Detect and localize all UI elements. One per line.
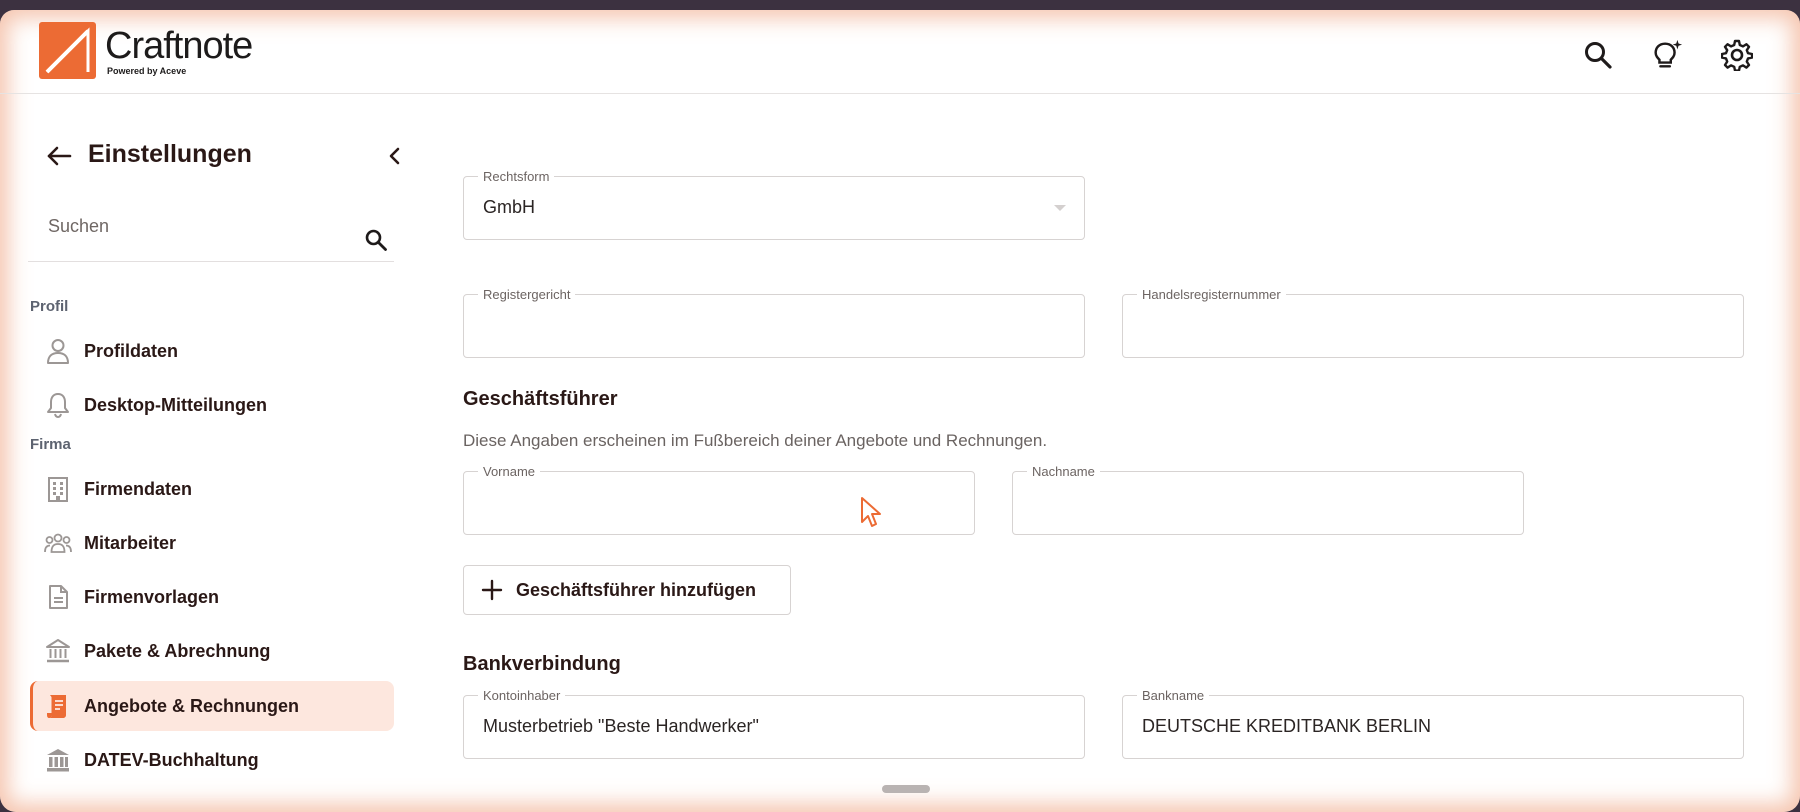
sidebar-search bbox=[28, 210, 394, 262]
plus-icon bbox=[480, 578, 504, 602]
mouse-pointer-icon bbox=[860, 496, 886, 535]
logo-name: Craftnote bbox=[105, 24, 253, 67]
sidebar-item-label: Pakete & Abrechnung bbox=[84, 640, 271, 661]
bankname-field[interactable]: Bankname DEUTSCHE KREDITBANK BERLIN bbox=[1122, 688, 1744, 759]
building-icon bbox=[44, 475, 72, 503]
logo-tagline: Powered by Aceve bbox=[107, 65, 187, 76]
handelsregisternummer-label: Handelsregisternummer bbox=[1137, 287, 1286, 302]
kontoinhaber-value: Musterbetrieb "Beste Handwerker" bbox=[483, 716, 759, 736]
geschaeftsfuehrer-heading: Geschäftsführer bbox=[463, 388, 618, 410]
document-icon bbox=[44, 583, 72, 611]
chevron-left-icon[interactable] bbox=[388, 146, 402, 171]
institution-icon bbox=[44, 746, 72, 774]
sidebar-item-mitarbeiter[interactable]: Mitarbeiter bbox=[30, 518, 394, 568]
sidebar-item-desktop-mitteilungen[interactable]: Desktop-Mitteilungen bbox=[30, 380, 394, 430]
sidebar-item-label: Mitarbeiter bbox=[84, 532, 177, 553]
person-icon bbox=[44, 337, 72, 365]
vorname-label: Vorname bbox=[478, 464, 541, 479]
section-label-firma: Firma bbox=[30, 436, 71, 453]
kontoinhaber-field[interactable]: Kontoinhaber Musterbetrieb "Beste Handwe… bbox=[463, 688, 1085, 759]
search-icon[interactable] bbox=[1581, 38, 1615, 72]
craftnote-logo[interactable]: Craftnote Powered by Aceve bbox=[39, 22, 253, 79]
rechtsform-select[interactable]: Rechtsform GmbH bbox=[463, 169, 1085, 240]
invoice-icon bbox=[44, 692, 72, 720]
sidebar-item-pakete-abrechnung[interactable]: Pakete & Abrechnung bbox=[30, 626, 394, 676]
add-geschaeftsfuehrer-button[interactable]: Geschäftsführer hinzufügen bbox=[463, 565, 791, 615]
sidebar-item-label: Firmendaten bbox=[84, 478, 193, 499]
bank-icon bbox=[44, 637, 72, 665]
sidebar-item-datev-buchhaltung[interactable]: DATEV-Buchhaltung bbox=[30, 735, 394, 785]
logo-mark-icon bbox=[39, 22, 96, 79]
add-button-label: Geschäftsführer hinzufügen bbox=[516, 579, 757, 600]
section-label-profil: Profil bbox=[30, 298, 69, 315]
gear-icon[interactable] bbox=[1720, 38, 1754, 72]
team-icon bbox=[44, 529, 72, 557]
nachname-label: Nachname bbox=[1027, 464, 1100, 479]
sidebar-item-label: Angebote & Rechnungen bbox=[84, 695, 299, 716]
sidebar-item-profildaten[interactable]: Profildaten bbox=[30, 326, 394, 376]
sidebar-item-firmendaten[interactable]: Firmendaten bbox=[30, 464, 394, 514]
search-input[interactable] bbox=[48, 216, 328, 237]
sidebar-item-label: Profildaten bbox=[84, 340, 179, 361]
sidebar-item-firmenvorlagen[interactable]: Firmenvorlagen bbox=[30, 572, 394, 622]
chevron-down-icon[interactable] bbox=[1054, 205, 1066, 211]
kontoinhaber-label: Kontoinhaber bbox=[478, 688, 566, 703]
registergericht-field[interactable]: Registergericht bbox=[463, 287, 1085, 358]
sidebar-item-label: Firmenvorlagen bbox=[84, 586, 220, 607]
vorname-field[interactable]: Vorname bbox=[463, 464, 975, 535]
rechtsform-value: GmbH bbox=[483, 197, 536, 217]
app-window: Craftnote Powered by Aceve Einstellungen… bbox=[0, 10, 1800, 812]
geschaeftsfuehrer-description: Diese Angaben erscheinen im Fußbereich d… bbox=[463, 431, 1048, 450]
rechtsform-label: Rechtsform bbox=[478, 169, 555, 184]
sidebar-title: Einstellungen bbox=[88, 140, 252, 168]
bell-icon bbox=[44, 391, 72, 419]
sidebar-item-label: Desktop-Mitteilungen bbox=[84, 394, 267, 415]
top-bar: Craftnote Powered by Aceve bbox=[0, 10, 1800, 94]
arrow-back-icon[interactable] bbox=[46, 144, 72, 173]
sidebar-header: Einstellungen bbox=[46, 140, 400, 174]
sidebar-item-label: DATEV-Buchhaltung bbox=[84, 749, 259, 770]
handelsregisternummer-field[interactable]: Handelsregisternummer bbox=[1122, 287, 1744, 358]
sidebar-item-angebote-rechnungen[interactable]: Angebote & Rechnungen bbox=[30, 681, 394, 731]
search-icon[interactable] bbox=[364, 228, 388, 257]
bankverbindung-heading: Bankverbindung bbox=[463, 653, 621, 675]
scroll-handle[interactable] bbox=[882, 785, 930, 793]
bankname-value: DEUTSCHE KREDITBANK BERLIN bbox=[1142, 716, 1432, 736]
bankname-label: Bankname bbox=[1137, 688, 1210, 703]
nachname-field[interactable]: Nachname bbox=[1012, 464, 1524, 535]
lightbulb-sparkle-icon[interactable] bbox=[1650, 38, 1684, 72]
registergericht-label: Registergericht bbox=[478, 287, 576, 302]
